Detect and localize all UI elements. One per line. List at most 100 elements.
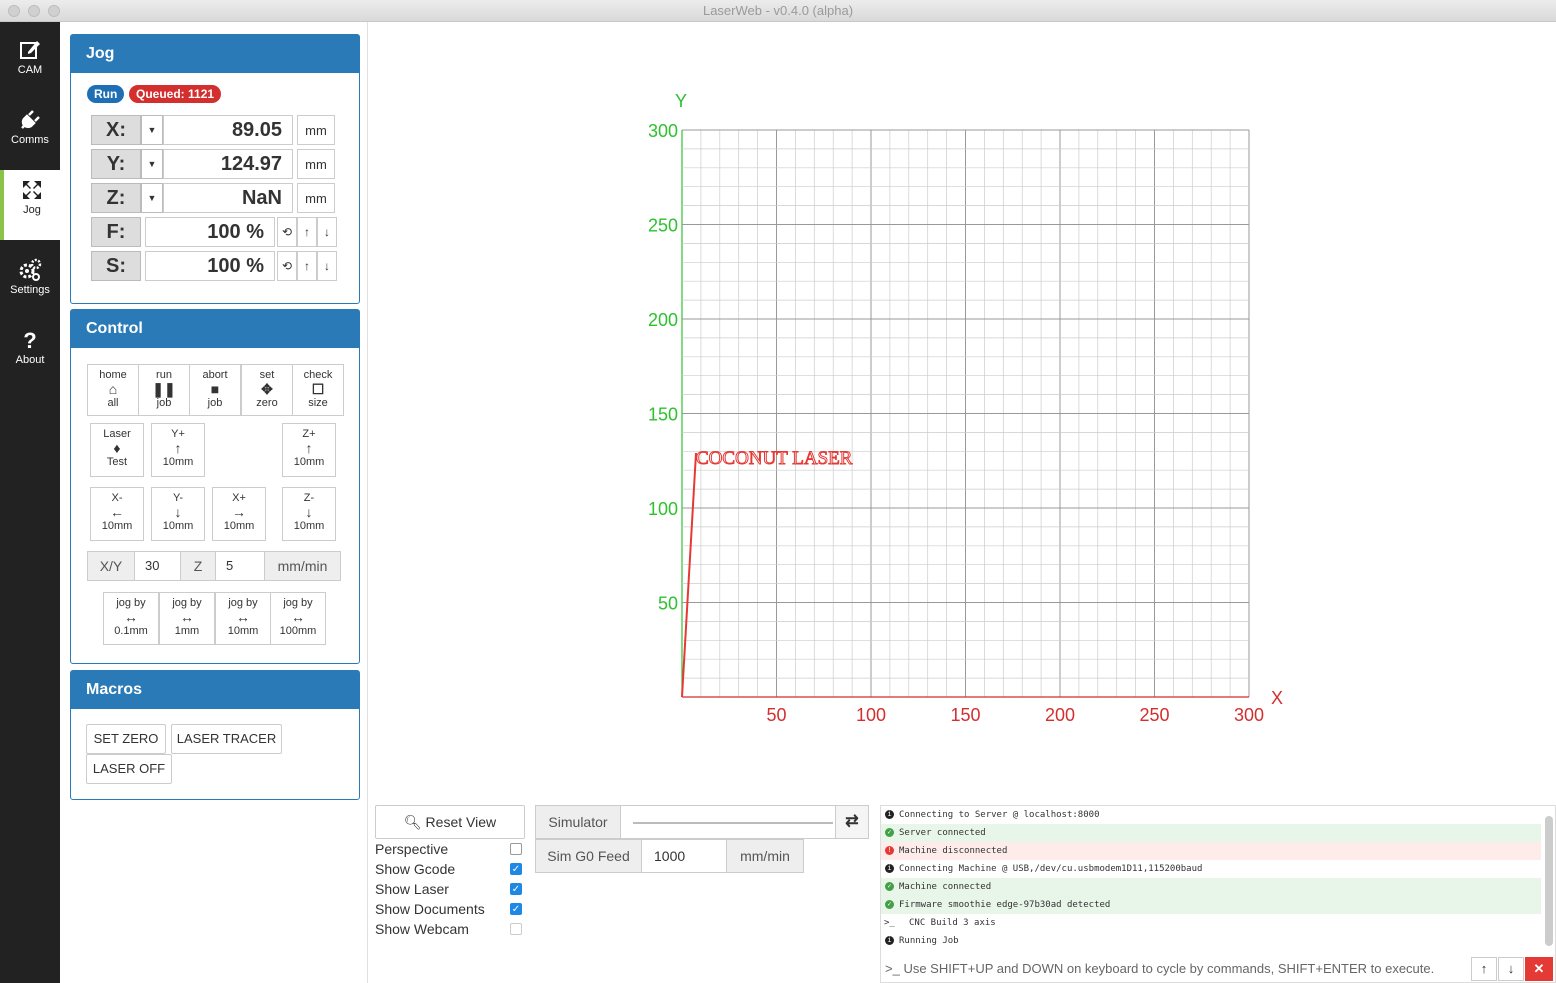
laser-test-button[interactable]: Laser ♦ Test [90,423,144,477]
perspective-checkbox[interactable] [510,843,522,855]
refresh-icon: ⟲ [281,259,293,273]
spindle-increase-button[interactable]: ↑ [297,251,317,281]
x-position-value: 89.05 [163,115,293,145]
console-line: i Connecting Machine @ USB,/dev/cu.usbmod… [881,860,1541,878]
abort-job-button[interactable]: abort ■ job [189,364,241,416]
arrows-horizontal-icon: ↔ [124,609,138,625]
macro-laser-tracer-button[interactable]: LASER TRACER [171,724,282,754]
y-tick-label: 50 [658,594,678,614]
console-line: ✓ Server connected [881,824,1541,842]
history-up-button[interactable]: ↑ [1471,957,1497,981]
x-axis-label: X: [91,115,141,145]
feed-increase-button[interactable]: ↑ [297,217,317,247]
check-circle-icon: ✓ [885,828,894,837]
run-job-button[interactable]: run ❚❚ job [138,364,190,416]
y-tick-label: 200 [648,310,678,330]
crosshair-icon: ✥ [261,381,273,397]
spindle-reset-button[interactable]: ⟲ [277,251,297,281]
sidebar-item-label: About [15,354,45,366]
jog-z-plus-button[interactable]: Z+ ↑ 10mm [282,423,336,477]
arrow-up-icon: ↑ [304,225,310,239]
home-icon: ⌂ [108,381,118,397]
history-down-button[interactable]: ↓ [1498,957,1524,981]
simulator-toggle-button[interactable]: ⇄ [835,805,869,839]
jog-x-plus-button[interactable]: X+ → 10mm [212,487,266,541]
simulator-slider[interactable] [620,805,836,839]
z-axis-label: Z: [91,183,141,213]
grid-lines [681,129,1250,698]
axis-ticks: 50 100 150 200 250 300 50 100 150 200 250 300 [648,121,1264,725]
y-tick-label: 300 [648,121,678,141]
y-axis-label: Y: [91,149,141,179]
sidebar-item-jog[interactable]: Jog [0,170,60,240]
simulator-label: Simulator [535,805,621,839]
console-scrollbar[interactable] [1545,816,1553,946]
x-axis-dropdown[interactable]: ▼ [141,115,163,145]
jog-step-1mm-button[interactable]: jog by ↔ 1mm [159,592,215,645]
spindle-override-value[interactable]: 100 % [145,251,275,281]
show-laser-checkbox[interactable]: ✓ [510,883,522,895]
sidebar-item-label: Jog [23,204,41,216]
show-laser-label: Show Laser [375,881,449,897]
minimize-window-button[interactable] [28,5,40,17]
feed-decrease-button[interactable]: ↓ [317,217,337,247]
zoom-window-button[interactable] [48,5,60,17]
edit-icon [20,41,40,59]
move-icon [23,181,41,199]
3d-viewer[interactable]: 50 100 150 200 250 300 50 100 150 200 250 300 Y X C… [368,22,1556,802]
show-documents-checkbox[interactable]: ✓ [510,903,522,915]
sidebar-item-settings[interactable]: Settings [0,250,60,320]
macro-set-zero-button[interactable]: SET ZERO [86,724,166,754]
macro-laser-off-button[interactable]: LASER OFF [86,754,172,784]
check-size-button[interactable]: check ☐ size [292,364,344,416]
feed-override-value[interactable]: 100 % [145,217,275,247]
slider-track [633,822,833,824]
z-axis-row: Z: ▼ NaN mm [91,183,341,213]
y-axis-dropdown[interactable]: ▼ [141,149,163,179]
sidebar-item-cam[interactable]: CAM [0,30,60,100]
jog-step-10mm-button[interactable]: jog by ↔ 10mm [215,592,271,645]
command-input[interactable]: >_ Use SHIFT+UP and DOWN on keyboard to … [881,956,1471,982]
sim-feed-unit: mm/min [726,839,804,873]
x-tick-label: 250 [1139,705,1169,725]
z-feed-label: Z [180,551,216,581]
show-gcode-checkbox[interactable]: ✓ [510,863,522,875]
x-unit: mm [297,115,335,145]
perspective-label: Perspective [375,841,449,857]
z-feed-input[interactable]: 5 [215,551,265,581]
jog-y-minus-button[interactable]: Y- ↓ 10mm [151,487,205,541]
show-webcam-checkbox[interactable] [510,923,522,935]
run-badge: Run [87,85,125,103]
z-axis-dropdown[interactable]: ▼ [141,183,163,213]
square-icon: ☐ [311,381,325,397]
jog-step-100mm-button[interactable]: jog by ↔ 100mm [270,592,326,645]
feed-reset-button[interactable]: ⟲ [277,217,297,247]
spindle-decrease-button[interactable]: ↓ [317,251,337,281]
terminal-icon: >_ [884,918,895,928]
x-tick-label: 50 [766,705,786,725]
jog-step-0-1mm-button[interactable]: jog by ↔ 0.1mm [103,592,159,645]
home-all-button[interactable]: home ⌂ all [87,364,139,416]
sidebar-item-about[interactable]: ? About [0,320,60,390]
set-zero-button[interactable]: set ✥ zero [241,364,293,416]
clear-console-button[interactable]: ✕ [1525,957,1553,981]
jog-z-minus-button[interactable]: Z- ↓ 10mm [282,487,336,541]
y-tick-label: 100 [648,499,678,519]
jog-y-plus-button[interactable]: Y+ ↑ 10mm [151,423,205,477]
reset-view-button[interactable]: 🔍︎ Reset View [375,805,525,839]
console-line: i Running Job [881,932,1541,950]
jog-x-minus-button[interactable]: X- ← 10mm [90,487,144,541]
pause-icon: ❚❚ [152,381,176,397]
control-panel-title: Control [71,310,359,348]
xy-feed-input[interactable]: 30 [134,551,181,581]
arrows-horizontal-icon: ↔ [180,609,194,625]
jog-panel: Jog Run Queued: 1121 X: ▼ 89.05 mm Y: ▼ … [70,34,360,304]
queued-badge: Queued: 1121 [129,85,222,103]
left-panel: Jog Run Queued: 1121 X: ▼ 89.05 mm Y: ▼ … [60,22,368,983]
sidebar-item-comms[interactable]: Comms [0,100,60,170]
jog-panel-title: Jog [71,35,359,73]
sim-feed-input[interactable]: 1000 [641,839,727,873]
close-window-button[interactable] [8,5,20,17]
console-line: ✓ Firmware smoothie edge-97b30ad detected [881,896,1541,914]
console-line: ✓ Machine connected [881,878,1541,896]
